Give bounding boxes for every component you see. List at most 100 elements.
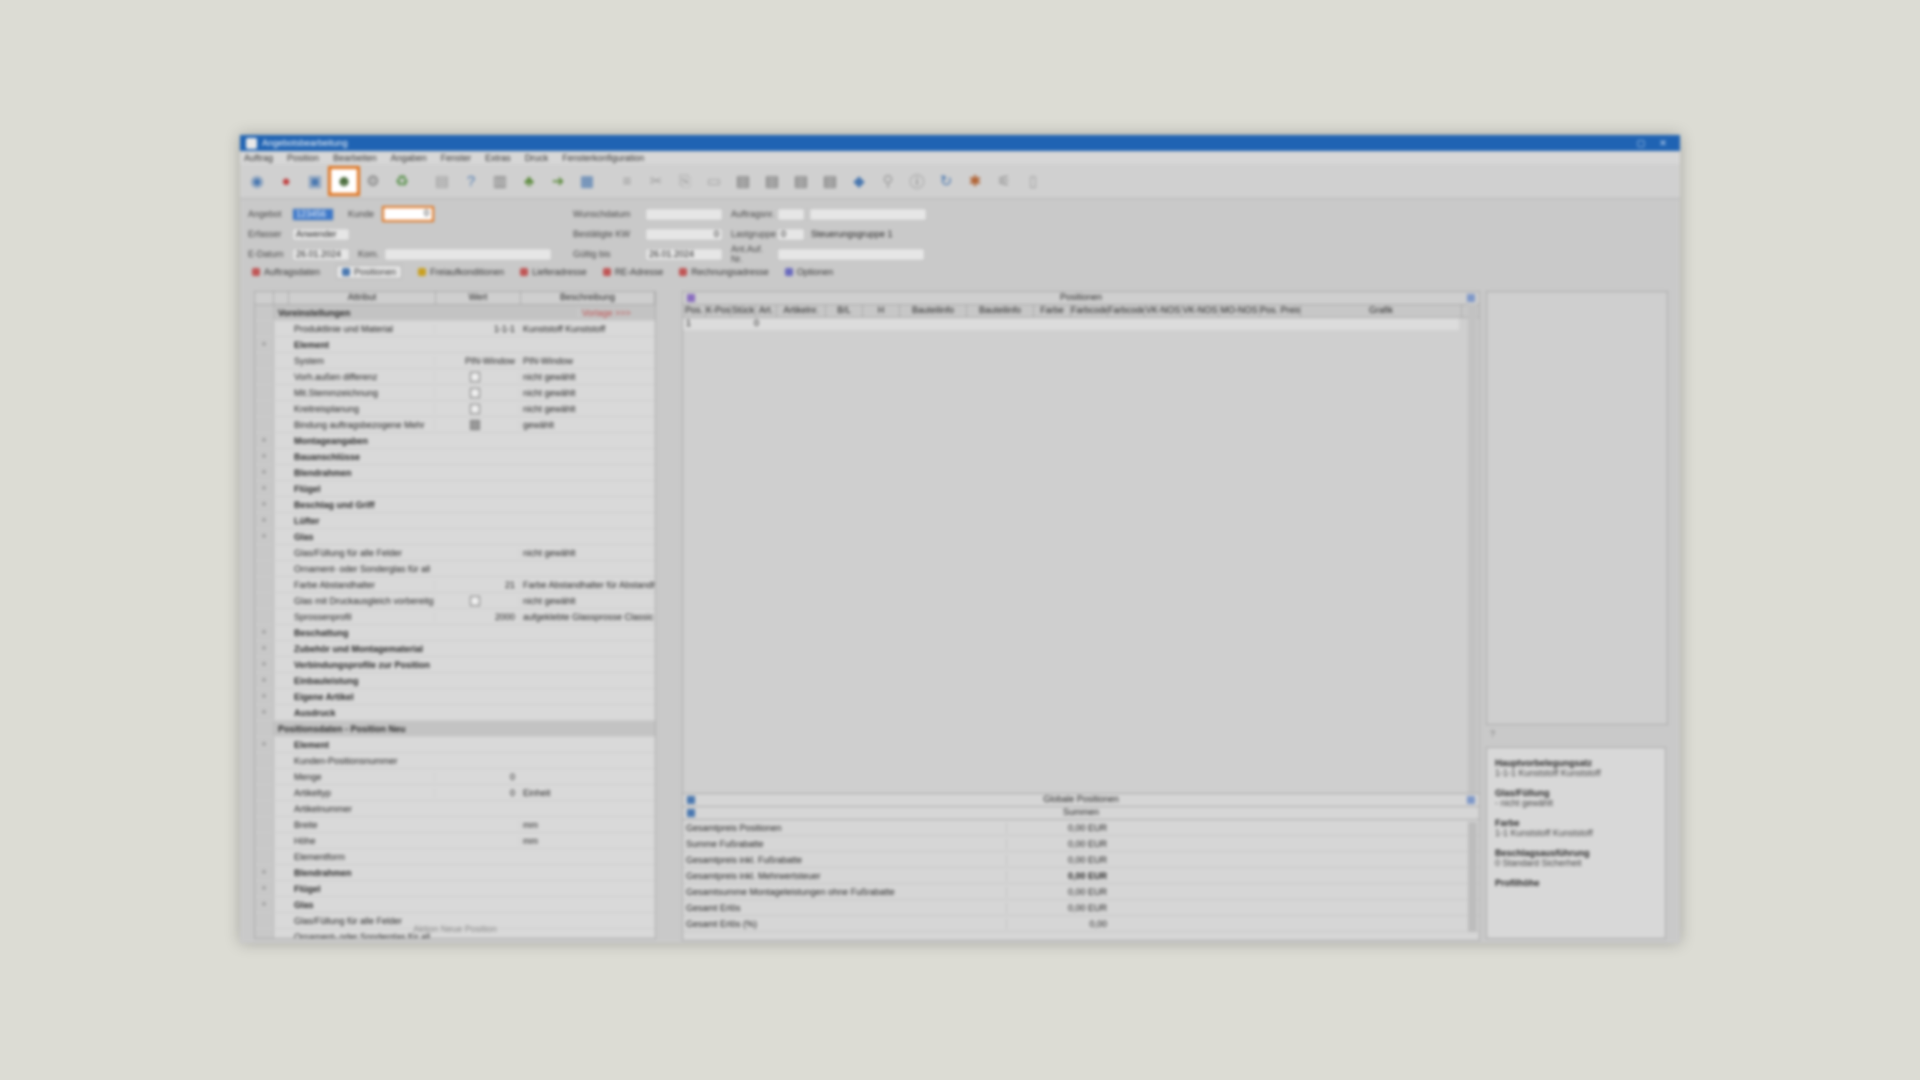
table-row[interactable]: + Lüfter	[255, 513, 655, 529]
table-row[interactable]: + Blendrahmen	[255, 465, 655, 481]
table-row[interactable]: Sprossenprofil 2000 aufgeklebte Glasspross…	[255, 609, 655, 625]
table-row[interactable]: + Einbauleistung	[255, 673, 655, 689]
positions-col-13[interactable]: VK-NOS	[1182, 305, 1219, 317]
tab-4[interactable]: RE-Adresse	[602, 265, 663, 279]
table-row[interactable]: + Glas	[255, 897, 655, 913]
menu-item-6[interactable]: Druck	[525, 153, 549, 163]
table-row[interactable]: Breite mm	[255, 817, 655, 833]
pin-icon[interactable]	[1467, 294, 1475, 302]
value-cell[interactable]	[434, 387, 519, 398]
value-cell[interactable]	[434, 371, 519, 382]
cut-icon[interactable]: ✂	[643, 169, 669, 193]
table-row[interactable]: + Glas	[255, 529, 655, 545]
table-row[interactable]: Höhe mm	[255, 833, 655, 849]
gear-icon[interactable]: ⚙	[360, 169, 386, 193]
globe2-icon[interactable]: ◆	[846, 169, 872, 193]
table-row[interactable]: + Element	[255, 737, 655, 753]
positions-col-6[interactable]: H	[863, 305, 900, 317]
close-icon[interactable]: ✕	[1652, 138, 1674, 149]
positions-col-7[interactable]: Bauteilinfo	[900, 305, 967, 317]
positions-col-4[interactable]: Artikelnr.	[777, 305, 826, 317]
table-row[interactable]: + Flügel	[255, 881, 655, 897]
book-icon[interactable]: ▥	[487, 169, 513, 193]
auftragsnr-field[interactable]	[777, 207, 805, 221]
print4-icon[interactable]: ▤	[817, 169, 843, 193]
positions-col-16[interactable]: Grafik	[1301, 305, 1462, 317]
value-cell[interactable]: 21	[434, 579, 519, 590]
print3-icon[interactable]: ▤	[788, 169, 814, 193]
tab-2[interactable]: Freiaufkonditionen	[418, 265, 504, 279]
table-row[interactable]: Kunden-Positionsnummer	[255, 753, 655, 769]
gueltig-field[interactable]: 26.01.2024	[645, 247, 723, 261]
table-row[interactable]: Kreitreisplanung nicht gewählt	[255, 401, 655, 417]
refresh-icon[interactable]: ↻	[933, 169, 959, 193]
table-row[interactable]: Elementform	[255, 849, 655, 865]
checkbox[interactable]	[470, 595, 480, 606]
table-row[interactable]: + Montageangaben	[255, 433, 655, 449]
positions-col-3[interactable]: Art.	[756, 305, 777, 317]
list-icon[interactable]: ≡	[614, 169, 640, 193]
positions-col-12[interactable]: VK-NOS	[1145, 305, 1182, 317]
col-wert[interactable]: Wert	[436, 292, 521, 304]
positions-col-8[interactable]: Bauteilinfo	[967, 305, 1034, 317]
table-row[interactable]: Artikelnummer	[255, 801, 655, 817]
col-attribut[interactable]: Attribut	[289, 292, 436, 304]
menu-item-4[interactable]: Fenster	[441, 153, 472, 163]
positions-col-11[interactable]: Farbcode	[1108, 305, 1145, 317]
globe-icon[interactable]: ◉	[244, 169, 270, 193]
positions-col-2[interactable]: Stück	[731, 305, 756, 317]
tab-5[interactable]: Rechnungsadresse	[679, 265, 769, 279]
wunschdatum-field[interactable]	[645, 207, 723, 221]
document2-icon[interactable]: ▯	[1020, 169, 1046, 193]
filter-icon[interactable]: ⚟	[991, 169, 1017, 193]
arrow-icon[interactable]: ➜	[545, 169, 571, 193]
table-row[interactable]: + Eigene Artikel	[255, 689, 655, 705]
table-row[interactable]: + Flügel	[255, 481, 655, 497]
table-row[interactable]: Mit.Stemmzeichnung nicht gewählt	[255, 385, 655, 401]
document-icon[interactable]: ▤	[429, 169, 455, 193]
checkbox[interactable]	[470, 419, 480, 430]
table-row[interactable]: Glas mit Druckausgleich vorbereitg nicht …	[255, 593, 655, 609]
erfasser-field[interactable]: Anwender	[292, 227, 350, 241]
menu-item-0[interactable]: Auftrag	[244, 153, 273, 163]
value-cell[interactable]	[434, 403, 519, 414]
table-row[interactable]: Positionsdaten - Position Neu	[255, 721, 655, 737]
menu-item-7[interactable]: Fensterkonfiguration	[562, 153, 644, 163]
print2-icon[interactable]: ▤	[759, 169, 785, 193]
save-icon[interactable]: ▣	[302, 169, 328, 193]
tab-3[interactable]: Lieferadresse	[520, 265, 587, 279]
table-row[interactable]: + Blendrahmen	[255, 865, 655, 881]
table-row[interactable]: Produktlinie und Material 1-1-1 Kunststoff…	[255, 321, 655, 337]
table-row[interactable]: + Beschlag und Griff	[255, 497, 655, 513]
table-row[interactable]: Ornament- oder Sonderglas für all	[255, 561, 655, 577]
print-icon[interactable]: ▤	[730, 169, 756, 193]
info-icon[interactable]: ⓘ	[904, 169, 930, 193]
table-row[interactable]: + Bauanschlüsse	[255, 449, 655, 465]
stop-icon[interactable]: ●	[273, 169, 299, 193]
table-row[interactable]: Bindung auftragsbezogene Mehr gewählt	[255, 417, 655, 433]
table-row[interactable]: + Element	[255, 337, 655, 353]
datum-field[interactable]: 26.01.2024	[292, 247, 350, 261]
lastgruppe-field[interactable]: 0	[777, 227, 805, 241]
table-row[interactable]: + Beschattung	[255, 625, 655, 641]
positions-col-15[interactable]: Pos. Preis	[1260, 305, 1301, 317]
table-row[interactable]: Menge 0	[255, 769, 655, 785]
kom-field[interactable]	[384, 247, 552, 261]
copy-icon[interactable]: ⎘	[672, 169, 698, 193]
maximize-icon[interactable]: ▢	[1630, 138, 1652, 149]
value-cell[interactable]: 0	[434, 771, 519, 782]
table-row[interactable]: System PIN-Window PIN-Window	[255, 353, 655, 369]
help-icon[interactable]: ?	[458, 169, 484, 193]
table-row[interactable]: 1 0	[683, 318, 1459, 330]
positions-col-5[interactable]: B/L	[826, 305, 863, 317]
table-row[interactable]: + Verbindungsprofile zur Position	[255, 657, 655, 673]
col-beschreibung[interactable]: Beschreibung	[521, 292, 655, 304]
person-money-icon[interactable]: ☻	[328, 166, 360, 196]
link-icon[interactable]: ⚲	[875, 169, 901, 193]
calendar-icon[interactable]: ▦	[574, 169, 600, 193]
menu-item-3[interactable]: Angaben	[391, 153, 427, 163]
value-cell[interactable]: 0	[434, 787, 519, 798]
recycle-icon[interactable]: ♻	[389, 169, 415, 193]
paste-icon[interactable]: ▭	[701, 169, 727, 193]
tools-icon[interactable]: ✱	[962, 169, 988, 193]
